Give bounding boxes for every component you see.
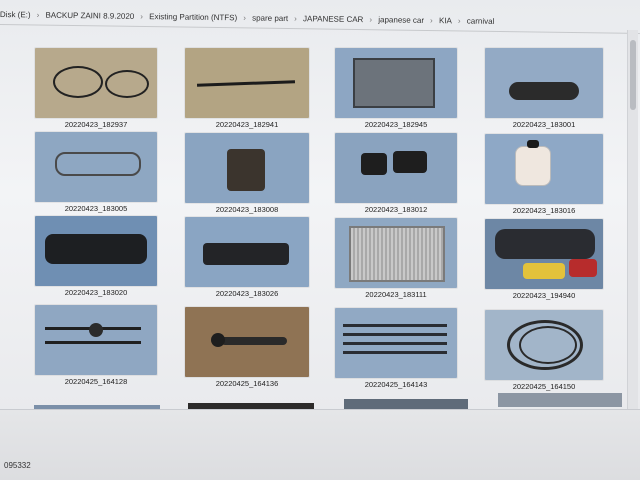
rod (196, 80, 296, 87)
cable-coil (105, 70, 149, 98)
thumbnail-image[interactable] (485, 134, 603, 204)
bracket (227, 149, 265, 191)
rod-icon (185, 48, 309, 118)
radiator (349, 226, 445, 282)
thumbnail-caption: 20220423_183012 (364, 205, 428, 214)
dashboard (495, 229, 595, 259)
thumbnail-tile[interactable]: 20220423_183016 (485, 134, 603, 220)
partial-thumbnail[interactable] (498, 393, 622, 407)
thumbnail-caption: 20220425_164136 (215, 379, 279, 388)
thumbnail-image[interactable] (35, 305, 157, 375)
thumbnail-tile[interactable]: 20220423_183111 (335, 218, 457, 304)
console (203, 243, 289, 265)
thumbnail-image[interactable] (335, 218, 457, 288)
thumbnail-caption: 20220425_164128 (64, 377, 128, 386)
thumbnail-image[interactable] (35, 216, 157, 286)
thumbnail-image[interactable] (335, 133, 457, 203)
thumbnail-caption: 20220423_182945 (364, 120, 428, 129)
thumbnail-image[interactable] (485, 310, 603, 380)
thumbnail-caption: 20220423_182941 (215, 120, 279, 129)
thumbnail-tile[interactable]: 20220423_182941 (185, 48, 309, 134)
thumbnail-image[interactable] (35, 48, 157, 118)
bracket-icon (185, 133, 309, 203)
thumbnail-tile[interactable]: 20220423_183026 (185, 217, 309, 303)
axles-icon (35, 305, 157, 375)
thumbnail-caption: 20220423_183008 (215, 205, 279, 214)
gauge-cluster (45, 234, 147, 264)
thumbnail-caption: 20220423_182937 (64, 120, 128, 129)
rail (343, 324, 447, 327)
axle (45, 341, 141, 344)
status-text: 095332 (4, 461, 31, 470)
dashboard-icon (485, 219, 603, 289)
cap (527, 140, 539, 148)
scrollbar-thumb[interactable] (630, 40, 636, 110)
cables-icon (35, 48, 157, 118)
shaft-end (211, 333, 225, 347)
thumbnail-image[interactable] (185, 307, 309, 377)
thumbnail-image[interactable] (185, 217, 309, 287)
thumbnail-caption: 20220423_183001 (512, 120, 576, 129)
thumbnail-caption: 20220423_183005 (64, 204, 128, 213)
thumbnail-caption: 20220425_164143 (364, 380, 428, 389)
reservoir-icon (485, 134, 603, 204)
switch-icon (335, 133, 457, 203)
thumbnail-tile[interactable]: 20220423_183001 (485, 48, 603, 134)
thumbnail-image[interactable] (335, 48, 457, 118)
switch-left (361, 153, 387, 175)
mirror-icon (485, 48, 603, 118)
yellow-cloth (523, 263, 565, 279)
cable-coil (53, 66, 103, 98)
thumbnail-tile[interactable]: 20220425_164150 (485, 310, 603, 396)
thumbnail-caption: 20220423_183016 (512, 206, 576, 215)
wire-bundle (55, 152, 141, 176)
thumbnail-tile[interactable]: 20220423_182945 (335, 48, 457, 134)
panel (353, 58, 435, 108)
radiator-icon (335, 218, 457, 288)
shaft (221, 337, 287, 345)
console-icon (185, 217, 309, 287)
status-bar: 095332 (0, 409, 640, 480)
thumbnail-tile[interactable]: 20220425_164136 (185, 307, 309, 393)
axle-joint (89, 323, 103, 337)
switch-right (393, 151, 427, 173)
thumbnail-tile[interactable]: 20220423_183012 (335, 133, 457, 219)
vertical-scrollbar[interactable] (627, 30, 638, 410)
thumbnail-tile[interactable]: 20220423_183005 (35, 132, 157, 218)
rail (343, 342, 447, 345)
thumbnail-image[interactable] (35, 132, 157, 202)
thumbnail-caption: 20220423_183111 (365, 290, 427, 299)
reservoir (515, 146, 551, 186)
thumbnail-image[interactable] (335, 308, 457, 378)
thumbnail-tile[interactable]: 20220425_164143 (335, 308, 457, 394)
thumbnail-image[interactable] (485, 48, 603, 118)
thumbnail-image[interactable] (485, 219, 603, 289)
thumbnail-tile[interactable]: 20220425_164128 (35, 305, 157, 391)
cluster-icon (35, 216, 157, 286)
thumbnail-tile[interactable]: 20220423_194940 (485, 219, 603, 305)
file-explorer-screen: Disk (E:) › BACKUP ZAINI 8.9.2020 › Existi… (0, 0, 640, 480)
panel-icon (335, 48, 457, 118)
rail (343, 351, 447, 354)
thumbnail-caption: 20220423_183026 (215, 289, 279, 298)
thumbnail-image[interactable] (185, 48, 309, 118)
thumbnail-image[interactable] (185, 133, 309, 203)
rails-icon (335, 308, 457, 378)
rail (343, 333, 447, 336)
thumbnail-caption: 20220425_164150 (512, 382, 576, 391)
hose-icon (485, 310, 603, 380)
thumbnail-tile[interactable]: 20220423_183020 (35, 216, 157, 302)
thumbnail-caption: 20220423_194940 (512, 291, 576, 300)
thumbnail-tile[interactable]: 20220423_183008 (185, 133, 309, 219)
wiring-icon (35, 132, 157, 202)
thumbnail-caption: 20220423_183020 (64, 288, 128, 297)
mirror (509, 82, 579, 100)
red-cloth (569, 259, 597, 277)
shaft-icon (185, 307, 309, 377)
hose-loop (519, 326, 577, 364)
thumbnail-tile[interactable]: 20220423_182937 (35, 48, 157, 134)
